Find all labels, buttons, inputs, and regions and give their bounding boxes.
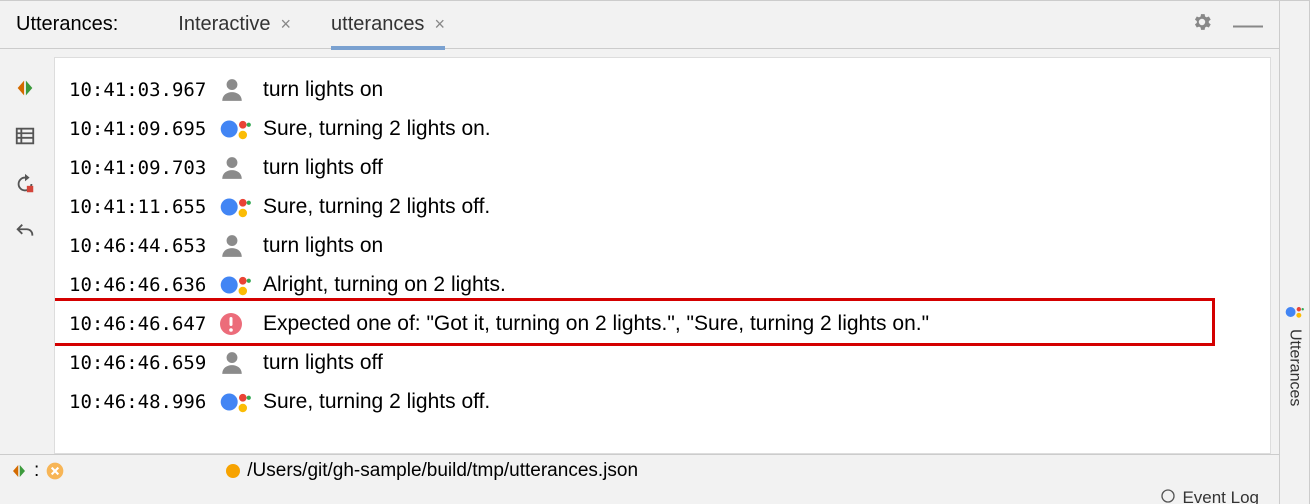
assistant-icon: [219, 271, 263, 299]
log-row: 10:41:03.967 turn lights on: [63, 70, 1262, 109]
tab-utterances[interactable]: utterances ×: [331, 1, 445, 49]
log-message: Sure, turning 2 lights on.: [263, 117, 491, 141]
log-row: 10:41:11.655 Sure, turning 2 lights off.: [63, 187, 1262, 226]
event-log-label[interactable]: Event Log: [1182, 488, 1259, 504]
log-message: turn lights on: [263, 234, 383, 258]
timestamp: 10:41:09.695: [69, 118, 219, 140]
log-message: Sure, turning 2 lights off.: [263, 390, 490, 414]
timestamp: 10:46:44.653: [69, 235, 219, 257]
log-row: 10:41:09.695 Sure, turning 2 lights on.: [63, 109, 1262, 148]
status-dot-icon: [225, 463, 241, 479]
log-row: 10:46:46.647 Expected one of: "Got it, t…: [63, 304, 1262, 343]
run-icon[interactable]: [14, 77, 36, 99]
log-row: 10:46:48.996 Sure, turning 2 lights off.: [63, 382, 1262, 421]
log-message: Sure, turning 2 lights off.: [263, 195, 490, 219]
user-icon: [219, 155, 263, 181]
event-log-icon: [1160, 488, 1176, 504]
log-row: 10:41:09.703 turn lights off: [63, 148, 1262, 187]
error-icon: [219, 312, 263, 336]
user-icon: [219, 350, 263, 376]
log-message: turn lights off: [263, 351, 383, 375]
assistant-icon: [219, 115, 263, 143]
tab-label: Interactive: [178, 13, 270, 36]
tab-label: utterances: [331, 13, 424, 36]
undo-icon[interactable]: [14, 221, 36, 243]
assistant-icon: [219, 193, 263, 221]
statusbar: : /Users/git/gh-sample/build/tmp/utteran…: [0, 454, 1279, 486]
rerun-icon[interactable]: [14, 173, 36, 195]
log-message: Alright, turning on 2 lights.: [263, 273, 506, 297]
assistant-icon: [219, 388, 263, 416]
tabbar: Utterances: Interactive × utterances × —: [0, 1, 1279, 49]
timestamp: 10:46:46.659: [69, 352, 219, 374]
minimize-icon[interactable]: —: [1233, 20, 1263, 30]
side-tab-utterances[interactable]: Utterances: [1279, 1, 1309, 504]
log-row: 10:46:46.659 turn lights off: [63, 343, 1262, 382]
side-tab-label: Utterances: [1286, 329, 1304, 406]
toolbar: [0, 49, 50, 454]
timestamp: 10:41:09.703: [69, 157, 219, 179]
list-icon[interactable]: [14, 125, 36, 147]
tab-interactive[interactable]: Interactive ×: [178, 1, 291, 49]
assistant-icon: [1284, 301, 1306, 323]
panel-title: Utterances:: [16, 13, 118, 36]
log-message: Expected one of: "Got it, turning on 2 l…: [263, 312, 929, 336]
timestamp: 10:46:48.996: [69, 391, 219, 413]
close-icon[interactable]: ×: [281, 14, 292, 35]
close-icon[interactable]: ×: [434, 14, 445, 35]
cancel-icon[interactable]: [45, 461, 65, 481]
log-row: 10:46:46.636 Alright, turning on 2 light…: [63, 265, 1262, 304]
log-area: 10:41:03.967 turn lights on 10:41:09.695…: [54, 57, 1271, 454]
user-icon: [219, 233, 263, 259]
gear-icon[interactable]: [1191, 11, 1213, 39]
timestamp: 10:46:46.647: [69, 313, 219, 335]
timestamp: 10:46:46.636: [69, 274, 219, 296]
run-icon[interactable]: [10, 462, 28, 480]
user-icon: [219, 77, 263, 103]
timestamp: 10:41:03.967: [69, 79, 219, 101]
timestamp: 10:41:11.655: [69, 196, 219, 218]
log-message: turn lights off: [263, 156, 383, 180]
log-row: 10:46:44.653 turn lights on: [63, 226, 1262, 265]
status-path: /Users/git/gh-sample/build/tmp/utterance…: [247, 460, 638, 482]
log-message: turn lights on: [263, 78, 383, 102]
